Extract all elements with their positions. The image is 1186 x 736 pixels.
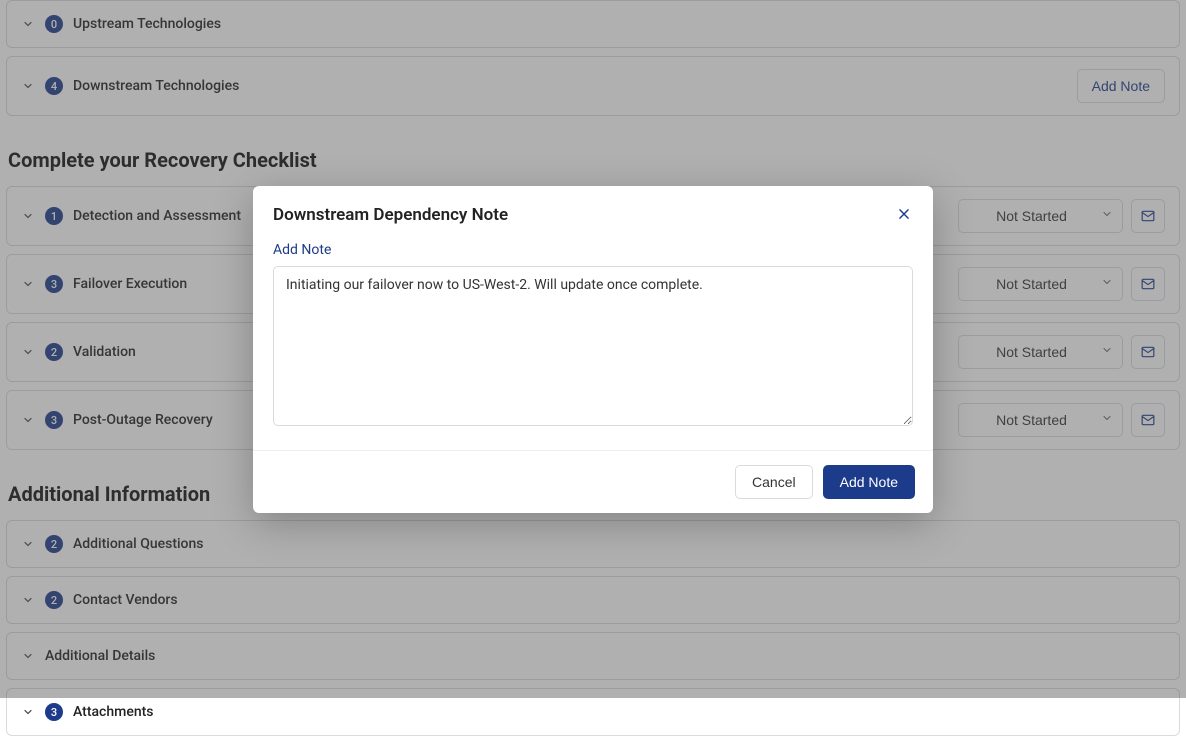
add-note-button[interactable]: Add Note — [823, 465, 915, 499]
count-badge: 3 — [45, 703, 63, 721]
cancel-button[interactable]: Cancel — [735, 465, 813, 499]
panel-title: Attachments — [73, 704, 153, 720]
add-note-modal: Downstream Dependency Note Add Note Canc… — [253, 186, 933, 513]
chevron-down-icon[interactable] — [21, 705, 35, 719]
modal-note-label: Add Note — [273, 242, 913, 258]
note-textarea[interactable] — [273, 266, 913, 426]
modal-title: Downstream Dependency Note — [273, 205, 508, 225]
modal-overlay[interactable]: Downstream Dependency Note Add Note Canc… — [0, 0, 1186, 698]
close-icon[interactable] — [895, 204, 913, 226]
